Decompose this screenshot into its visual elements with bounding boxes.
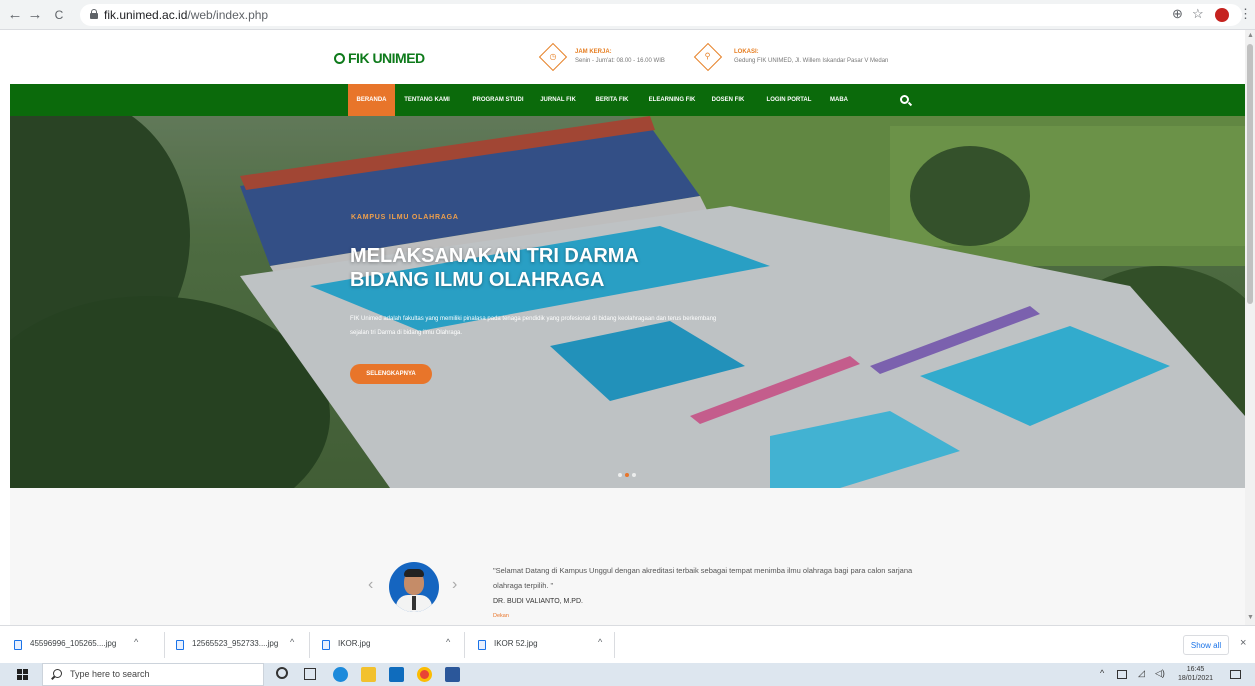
chevron-up-icon[interactable]: ^: [290, 637, 294, 647]
network-icon[interactable]: ◿: [1138, 668, 1145, 679]
lock-icon: [90, 9, 98, 19]
logo-emblem-icon: [334, 53, 345, 64]
taskbar-search-input[interactable]: Type here to search: [42, 663, 264, 686]
divider: [164, 632, 165, 658]
reload-button[interactable]: C: [50, 6, 68, 24]
location-title: LOKASI:: [734, 49, 759, 55]
nav-elearning-fik[interactable]: ELEARNING FIK: [643, 84, 701, 116]
download-shelf: 45596996_105265....jpg ^ 12565523_952733…: [0, 625, 1255, 663]
nav-berita-fik[interactable]: BERITA FIK: [592, 84, 632, 116]
profile-avatar[interactable]: [1215, 8, 1229, 22]
scroll-down-icon[interactable]: ▼: [1247, 614, 1254, 621]
testimonial-next-button[interactable]: ›: [452, 576, 457, 594]
logo-text: FIK UNIMED: [348, 50, 425, 66]
slider-dot[interactable]: [632, 473, 636, 477]
testimonial-name: DR. BUDI VALIANTO, M.PD.: [493, 598, 583, 605]
word-icon[interactable]: [445, 667, 460, 682]
slider-dot-active[interactable]: [625, 473, 629, 477]
nav-login-portal[interactable]: LOGIN PORTAL: [762, 84, 816, 116]
location-text: Gedung FIK UNIMED, Jl. Willem Iskandar P…: [734, 58, 889, 64]
zoom-icon[interactable]: ⊕: [1172, 6, 1183, 22]
windows-start-icon[interactable]: [17, 669, 28, 680]
image-file-icon: [322, 640, 330, 650]
nav-maba[interactable]: MABA: [826, 84, 852, 116]
download-item[interactable]: 45596996_105265....jpg ^: [14, 626, 164, 664]
hero-background-image: [10, 116, 1245, 488]
windows-taskbar: Type here to search ^ ◿ ◁) 16:45 18/01/2…: [0, 663, 1255, 686]
show-all-button[interactable]: Show all: [1183, 635, 1229, 655]
divider: [309, 632, 310, 658]
image-file-icon: [176, 640, 184, 650]
download-item[interactable]: 12565523_952733....jpg ^: [176, 626, 306, 664]
hero-kicker: KAMPUS ILMU OLAHRAGA: [351, 214, 459, 221]
testimonial-section: ‹ › "Selamat Datang di Kampus Unggul den…: [10, 488, 1245, 625]
taskbar-clock[interactable]: 16:45 18/01/2021: [1178, 665, 1213, 683]
download-filename: IKOR.jpg: [338, 639, 371, 648]
chevron-up-icon[interactable]: ^: [446, 637, 450, 647]
clock-date: 18/01/2021: [1178, 675, 1214, 682]
chevron-up-icon[interactable]: ^: [1100, 668, 1104, 678]
download-item[interactable]: IKOR 52.jpg ^: [478, 626, 608, 664]
hero-description: FIK Unimed adalah fakultas yang memiliki…: [350, 316, 717, 336]
web-page: FIK UNIMED ◷ JAM KERJA: Senin - Jum'at: …: [10, 30, 1245, 625]
volume-icon[interactable]: ◁): [1155, 668, 1165, 679]
slider-dot[interactable]: [618, 473, 622, 477]
image-file-icon: [14, 640, 22, 650]
nav-jurnal-fik[interactable]: JURNAL FIK: [537, 84, 579, 116]
back-button[interactable]: ←: [6, 6, 24, 24]
divider: [464, 632, 465, 658]
chrome-icon[interactable]: [417, 667, 432, 682]
url-domain: fik.unimed.ac.id: [104, 8, 188, 22]
download-filename: 12565523_952733....jpg: [192, 639, 279, 648]
testimonial-prev-button[interactable]: ‹: [368, 576, 373, 594]
nav-tentang-kami[interactable]: TENTANG KAMI: [402, 84, 452, 116]
download-filename: 45596996_105265....jpg: [30, 639, 117, 648]
hours-title: JAM KERJA:: [575, 49, 612, 55]
address-url: fik.unimed.ac.id/web/index.php: [104, 8, 268, 22]
hero-title: MELAKSANAKAN TRI DARMA BIDANG ILMU OLAHR…: [350, 245, 639, 291]
read-more-button[interactable]: SELENGKAPNYA: [350, 364, 432, 384]
site-header: FIK UNIMED ◷ JAM KERJA: Senin - Jum'at: …: [10, 30, 1245, 84]
nav-program-studi[interactable]: PROGRAM STUDI: [468, 84, 528, 116]
scrollbar-thumb[interactable]: [1247, 44, 1253, 304]
scroll-up-icon[interactable]: ▲: [1247, 32, 1254, 39]
keyboard-icon[interactable]: [1117, 670, 1127, 679]
cortana-icon[interactable]: [276, 667, 288, 679]
dean-photo: [389, 562, 439, 612]
nav-beranda[interactable]: BERANDA: [348, 84, 395, 116]
url-path: /web/index.php: [187, 8, 269, 22]
main-nav: BERANDA TENTANG KAMI PROGRAM STUDI JURNA…: [10, 84, 1245, 116]
browser-toolbar: ← → C fik.unimed.ac.id/web/index.php ⊕ ☆…: [0, 0, 1255, 30]
location-pin-icon: ⚲: [693, 42, 723, 72]
forward-button[interactable]: →: [26, 6, 44, 24]
notification-icon[interactable]: [1230, 670, 1241, 679]
divider: [614, 632, 615, 658]
edge-icon[interactable]: [333, 667, 348, 682]
testimonial-dots: [395, 618, 427, 625]
site-logo[interactable]: FIK UNIMED: [334, 50, 425, 66]
clock-icon: ◷: [538, 42, 568, 72]
search-icon[interactable]: [900, 95, 909, 104]
close-icon[interactable]: ×: [1240, 637, 1246, 649]
nav-dosen-fik[interactable]: DOSEN FIK: [709, 84, 747, 116]
clock-time: 16:45: [1186, 666, 1205, 673]
chevron-up-icon[interactable]: ^: [134, 637, 138, 647]
hours-text: Senin - Jum'at: 08.00 - 16.00 WIB: [575, 58, 665, 64]
image-file-icon: [478, 640, 486, 650]
testimonial-role: Dekan: [493, 613, 509, 619]
download-filename: IKOR 52.jpg: [494, 639, 538, 648]
taskbar-search-placeholder: Type here to search: [70, 669, 150, 679]
testimonial-quote: "Selamat Datang di Kampus Unggul dengan …: [493, 566, 913, 590]
slider-dots: [618, 464, 639, 482]
hero-slider: KAMPUS ILMU OLAHRAGA MELAKSANAKAN TRI DA…: [10, 116, 1245, 488]
browser-menu-button[interactable]: ⋮: [1239, 6, 1252, 22]
task-view-icon[interactable]: [304, 668, 316, 680]
star-icon[interactable]: ☆: [1192, 6, 1204, 22]
download-item[interactable]: IKOR.jpg ^: [322, 626, 462, 664]
page-scrollbar[interactable]: ▲ ▼: [1245, 30, 1255, 625]
mail-icon[interactable]: [389, 667, 404, 682]
file-explorer-icon[interactable]: [361, 667, 376, 682]
address-bar[interactable]: fik.unimed.ac.id/web/index.php: [80, 4, 1242, 26]
chevron-up-icon[interactable]: ^: [598, 637, 602, 647]
